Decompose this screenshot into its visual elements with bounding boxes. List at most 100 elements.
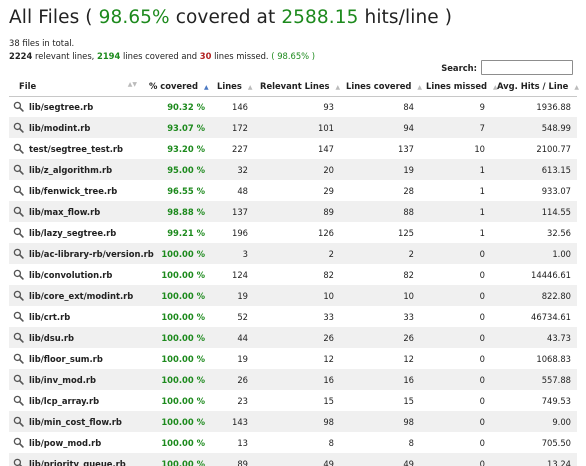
cell-percent-covered: 90.32 % <box>143 96 211 117</box>
search-input[interactable] <box>481 60 573 75</box>
file-link[interactable]: lib/dsu.rb <box>13 332 137 343</box>
cell-file: lib/z_algorithm.rb <box>9 159 143 180</box>
magnifier-icon <box>13 269 24 280</box>
cell-lines-covered: 125 <box>340 222 420 243</box>
file-link[interactable]: lib/ac-library-rb/version.rb <box>13 248 154 259</box>
table-row: lib/inv_mod.rb 100.00 % 26 16 16 0 557.88 <box>9 369 577 390</box>
file-name[interactable]: lib/inv_mod.rb <box>29 375 96 385</box>
cell-percent-covered: 100.00 % <box>143 306 211 327</box>
file-name[interactable]: lib/z_algorithm.rb <box>29 165 112 175</box>
file-name[interactable]: lib/modint.rb <box>29 123 90 133</box>
file-name[interactable]: lib/core_ext/modint.rb <box>29 291 133 301</box>
file-link[interactable]: lib/modint.rb <box>13 122 137 133</box>
file-name[interactable]: lib/fenwick_tree.rb <box>29 186 117 196</box>
cell-avg-hits: 13.24 <box>491 453 577 466</box>
cell-lines-covered: 94 <box>340 117 420 138</box>
missed-lines-count: 30 <box>199 50 212 61</box>
column-header-lines[interactable]: Lines ▲ <box>211 77 254 97</box>
cell-percent-covered: 96.55 % <box>143 180 211 201</box>
summary-percent: ( 98.65% ) <box>268 50 316 61</box>
file-name[interactable]: lib/pow_mod.rb <box>29 438 101 448</box>
cell-percent-covered: 100.00 % <box>143 411 211 432</box>
file-link[interactable]: lib/lcp_array.rb <box>13 395 137 406</box>
cell-percent-covered: 100.00 % <box>143 390 211 411</box>
file-name[interactable]: lib/segtree.rb <box>29 102 93 112</box>
file-name[interactable]: lib/floor_sum.rb <box>29 354 103 364</box>
title-coverage-percent: 98.65% <box>98 7 170 28</box>
search-box: Search: <box>441 60 573 75</box>
cell-lines-missed: 0 <box>420 264 491 285</box>
cell-lines: 48 <box>211 180 254 201</box>
magnifier-icon <box>13 311 24 322</box>
table-row: lib/segtree.rb 90.32 % 146 93 84 9 1936.88 <box>9 96 577 117</box>
relevant-lines-count: 2224 <box>9 50 33 61</box>
file-link[interactable]: lib/priority_queue.rb <box>13 458 137 466</box>
magnifier-icon <box>13 458 23 466</box>
cell-lines-covered: 2 <box>340 243 420 264</box>
column-header-covered[interactable]: % covered ▲ <box>143 77 211 97</box>
file-name[interactable]: lib/max_flow.rb <box>29 207 100 217</box>
cell-avg-hits: 548.99 <box>491 117 577 138</box>
column-header-label: Lines <box>217 81 242 92</box>
title-middle: covered at <box>169 7 282 28</box>
cell-lines-missed: 0 <box>420 369 491 390</box>
file-name[interactable]: lib/dsu.rb <box>29 333 74 343</box>
file-name[interactable]: lib/crt.rb <box>29 312 70 322</box>
column-header-relevant-lines[interactable]: Relevant Lines ▲ <box>254 77 340 97</box>
cell-relevant-lines: 29 <box>254 180 340 201</box>
file-link[interactable]: lib/crt.rb <box>13 311 137 322</box>
file-link[interactable]: lib/inv_mod.rb <box>13 374 137 385</box>
cell-percent-covered: 99.21 % <box>143 222 211 243</box>
relevant-lines-text: relevant lines, <box>32 50 98 61</box>
file-link[interactable]: lib/core_ext/modint.rb <box>13 290 137 301</box>
cell-file: lib/ac-library-rb/version.rb <box>9 243 154 264</box>
file-link[interactable]: lib/segtree.rb <box>13 101 137 112</box>
column-header-file[interactable]: File ▲▼ <box>9 77 143 97</box>
file-link[interactable]: lib/convolution.rb <box>13 269 137 280</box>
column-header-lines-covered[interactable]: Lines covered ▲ <box>340 77 422 97</box>
file-name[interactable]: lib/convolution.rb <box>29 270 112 280</box>
file-name[interactable]: lib/lazy_segtree.rb <box>29 228 116 238</box>
cell-relevant-lines: 126 <box>254 222 340 243</box>
cell-file: test/segtree_test.rb <box>9 138 143 159</box>
cell-relevant-lines: 12 <box>254 348 340 369</box>
file-name[interactable]: lib/priority_queue.rb <box>29 459 126 466</box>
column-header-label: Relevant Lines <box>260 81 330 92</box>
column-header-label: Lines missed <box>426 81 487 92</box>
table-row: lib/max_flow.rb 98.88 % 137 89 88 1 114.55 <box>9 201 577 222</box>
cell-lines-covered: 98 <box>340 411 420 432</box>
sort-arrows-icon: ▲ <box>247 84 253 92</box>
cell-avg-hits: 822.80 <box>491 285 577 306</box>
file-name[interactable]: test/segtree_test.rb <box>29 144 123 154</box>
cell-lines-missed: 0 <box>420 348 491 369</box>
file-link[interactable]: lib/min_cost_flow.rb <box>13 416 137 427</box>
file-link[interactable]: lib/lazy_segtree.rb <box>13 227 137 238</box>
lines-summary-line: 2224 relevant lines, 2194 lines covered … <box>9 50 315 63</box>
file-name[interactable]: lib/lcp_array.rb <box>29 396 99 406</box>
cell-lines: 19 <box>211 348 254 369</box>
column-header-avg-hits[interactable]: Avg. Hits / Line ▲ <box>491 77 579 97</box>
file-name[interactable]: lib/min_cost_flow.rb <box>29 417 122 427</box>
file-link[interactable]: test/segtree_test.rb <box>13 143 137 154</box>
cell-lines-missed: 0 <box>420 243 491 264</box>
title-suffix: hits/line ) <box>358 7 453 28</box>
cell-lines: 227 <box>211 138 254 159</box>
cell-relevant-lines: 20 <box>254 159 340 180</box>
file-link[interactable]: lib/pow_mod.rb <box>13 437 137 448</box>
file-link[interactable]: lib/z_algorithm.rb <box>13 164 137 175</box>
column-header-lines-missed[interactable]: Lines missed ▲ <box>420 77 498 97</box>
sort-ascending-icon: ▲ <box>203 84 209 92</box>
table-row: lib/modint.rb 93.07 % 172 101 94 7 548.99 <box>9 117 577 138</box>
cell-avg-hits: 1068.83 <box>491 348 577 369</box>
cell-relevant-lines: 33 <box>254 306 340 327</box>
file-link[interactable]: lib/max_flow.rb <box>13 206 137 217</box>
cell-file: lib/modint.rb <box>9 117 143 138</box>
file-link[interactable]: lib/fenwick_tree.rb <box>13 185 137 196</box>
cell-percent-covered: 95.00 % <box>143 159 211 180</box>
file-link[interactable]: lib/floor_sum.rb <box>13 353 137 364</box>
cell-relevant-lines: 98 <box>254 411 340 432</box>
file-name[interactable]: lib/ac-library-rb/version.rb <box>29 249 154 259</box>
table-header-row: File ▲▼ % covered ▲ Lines ▲ Relevant Lines ▲… <box>9 77 579 97</box>
cell-lines-covered: 16 <box>340 369 420 390</box>
table-row: lib/crt.rb 100.00 % 52 33 33 0 46734.61 <box>9 306 577 327</box>
